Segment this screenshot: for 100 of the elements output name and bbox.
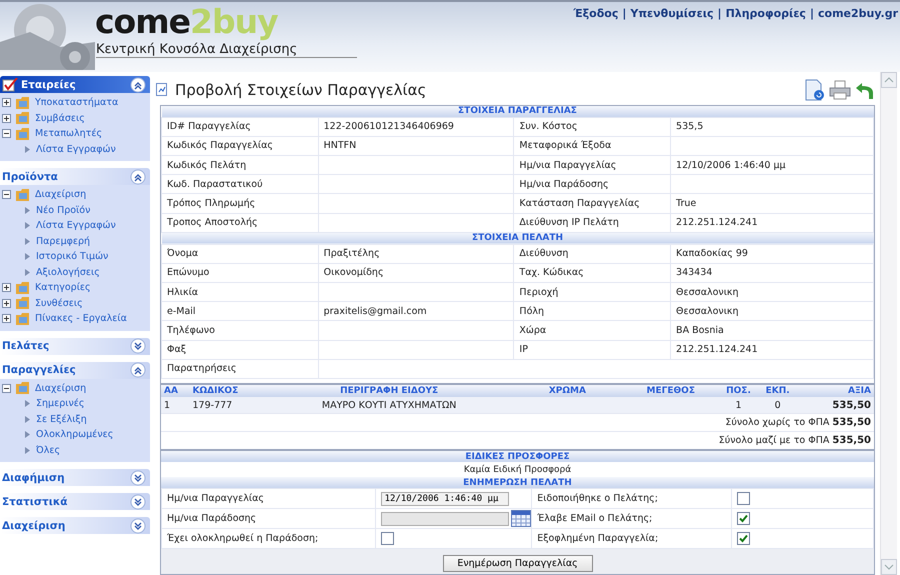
print-icon[interactable] — [829, 80, 851, 100]
bullet-icon — [25, 400, 30, 408]
menu-item[interactable]: Νέο Προϊόν — [36, 204, 90, 216]
bullet-icon — [25, 253, 30, 260]
collapse-icon[interactable] — [130, 168, 146, 184]
bullet-icon — [25, 238, 30, 245]
expand-icon[interactable] — [130, 518, 146, 534]
expand-icon[interactable] — [130, 494, 146, 510]
menu-item[interactable]: Ιστορικό Τιμών — [36, 251, 108, 262]
field-value: 343434 — [670, 263, 874, 283]
field-value: 212.251.124.241 — [670, 213, 874, 232]
menu-item[interactable]: Σε Εξέλιξη — [36, 414, 87, 425]
checkbox[interactable] — [736, 512, 750, 525]
field-value: Θεσσαλονικη — [670, 302, 874, 321]
folder-icon — [16, 112, 30, 124]
section-header[interactable]: Πελάτες — [0, 338, 150, 354]
menu-item[interactable]: Συμβάσεις — [35, 112, 85, 124]
menu-item[interactable]: Λίστα Εγγραφών — [36, 220, 116, 232]
bullet-icon — [25, 206, 30, 214]
field-label: Ειδοποιήθηκε ο Πελάτης; — [532, 488, 732, 508]
logo: come2buy — [95, 2, 278, 41]
page-title: Προβολή Στοιχείων Παραγγελίας — [175, 80, 426, 99]
plus-icon[interactable] — [2, 298, 11, 308]
column-header: ΠΕΡΙΓΡΑΦΗ ΕΙΔΟΥΣ — [268, 385, 510, 397]
section-header[interactable]: Παραγγελίες — [0, 362, 150, 378]
section-header[interactable]: Διαχείριση — [0, 517, 150, 534]
field-label: Κατάσταση Παραγγελίας — [514, 194, 671, 213]
field-label: Κωδ. Παραστατικού — [162, 174, 318, 194]
check-icon — [2, 78, 18, 92]
document-icon — [156, 82, 169, 97]
menu-item[interactable]: Όλες — [36, 444, 60, 456]
field-label: ID# Παραγγελίας — [162, 117, 318, 136]
menu-item[interactable]: Συνθέσεις — [35, 298, 83, 309]
field-label: Χώρα — [514, 320, 671, 340]
menu-item[interactable]: Λίστα Εγγραφών — [36, 144, 116, 155]
header-link[interactable]: Υπενθυμίσεις — [630, 7, 714, 20]
column-header: ΕΚΠ. — [760, 385, 796, 397]
column-header: ΑΞΙΑ — [796, 385, 874, 397]
table-cell-text: 535,50 — [831, 398, 872, 412]
checkbox[interactable] — [736, 492, 750, 505]
field-label: e-Mail — [162, 302, 318, 321]
section-header[interactable]: Προϊόντα — [0, 168, 150, 185]
section-heading: ΣΤΟΙΧΕΙΑ ΠΑΡΑΓΓΕΛΙΑΣ — [162, 106, 874, 118]
field-value: BA Bosnia — [670, 320, 874, 340]
folder-icon — [16, 188, 30, 201]
menu-item[interactable]: Υποκαταστήματα — [35, 97, 118, 108]
table-cell-text: 0 — [774, 398, 782, 412]
total-amount: 535,50 — [832, 435, 871, 446]
field-label: Ημ/νια Παραγγελίας — [162, 488, 376, 508]
menu-item[interactable]: Αξιολογήσεις — [36, 266, 100, 278]
plus-icon[interactable] — [2, 98, 11, 108]
folder-icon — [16, 382, 30, 394]
field-label: Μεταφορικά Έξοδα — [514, 136, 671, 156]
collapse-icon[interactable] — [130, 76, 146, 92]
section-header[interactable]: Εταιρείες — [0, 76, 150, 93]
minus-icon[interactable] — [2, 384, 11, 393]
link-separator: | — [810, 7, 814, 20]
checkbox[interactable] — [380, 532, 394, 545]
field-label: Κωδικός Παραγγελίας — [162, 136, 318, 156]
menu-item[interactable]: Ολοκληρωμένες — [36, 429, 114, 440]
collapse-icon[interactable] — [130, 362, 146, 378]
calendar-icon[interactable] — [510, 510, 531, 527]
field-value: 212.251.124.241 — [670, 340, 874, 360]
field-label: Ημ/νια Παράδοσης — [514, 174, 671, 194]
date-field[interactable]: 12/10/2006 1:46:40 μμ — [380, 492, 509, 506]
field-label: Συν. Κόστος — [514, 117, 671, 136]
header-link[interactable]: come2buy.gr — [818, 7, 898, 20]
field-value: 122-200610121346406969 — [318, 117, 514, 136]
checkbox[interactable] — [736, 532, 750, 545]
minus-icon[interactable] — [2, 129, 11, 138]
section-header[interactable]: Στατιστικά — [0, 493, 150, 510]
menu-item[interactable]: Κατηγορίες — [35, 282, 91, 294]
expand-icon[interactable] — [130, 470, 146, 486]
menu-item[interactable]: Διαχείριση — [35, 382, 86, 394]
field-label: Τηλέφωνο — [162, 320, 318, 340]
menu-item[interactable]: Μεταπωλητές — [35, 128, 102, 140]
field-value: Θεσσαλονικη — [670, 282, 874, 302]
field-label: Πόλη — [514, 302, 671, 321]
table-cell-text: 179-777 — [192, 398, 234, 412]
plus-icon[interactable] — [2, 114, 11, 123]
field-value: 535,5 — [670, 117, 874, 136]
plus-icon[interactable] — [2, 283, 11, 292]
header-link[interactable]: Έξοδος — [573, 7, 618, 20]
update-order-button[interactable]: Ενημέρωση Παραγγελίας — [442, 555, 592, 572]
header-link[interactable]: Πληροφορίες — [726, 7, 806, 20]
menu-item[interactable]: Παρεμφερή — [36, 236, 90, 247]
section-header[interactable]: Διαφήμιση — [0, 469, 150, 486]
bullet-icon — [25, 446, 30, 454]
table-cell-text: 1 — [734, 398, 743, 412]
minus-icon[interactable] — [2, 190, 11, 200]
field-label: Όνομα — [162, 244, 318, 264]
plus-icon[interactable] — [2, 314, 11, 324]
menu-item[interactable]: Σημερινές — [36, 398, 84, 410]
menu-item[interactable]: Διαχείριση — [35, 189, 86, 200]
menu-item[interactable]: Πίνακες - Εργαλεία — [35, 313, 127, 324]
expand-icon[interactable] — [130, 338, 146, 354]
refresh-document-icon[interactable] — [805, 78, 825, 101]
total-label: Σύνολο χωρίς το ΦΠΑ — [725, 417, 830, 428]
offer-text: Καμία Ειδική Προσφορά — [161, 462, 874, 477]
field-label: Περιοχή — [514, 282, 671, 302]
